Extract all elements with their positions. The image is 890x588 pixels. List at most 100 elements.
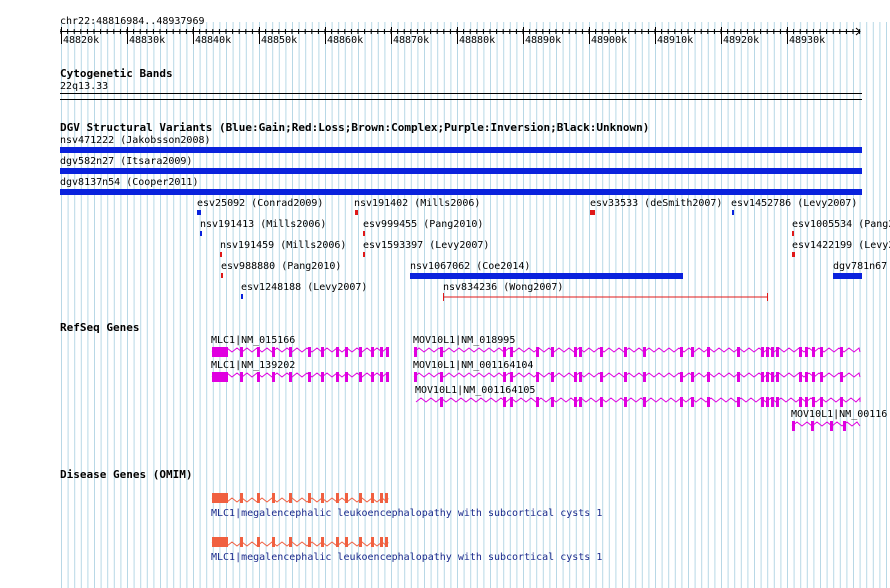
refseq-gene-exon [812, 347, 815, 357]
omim-gene-exon [371, 493, 374, 503]
ruler-tick-label: 48900k [591, 35, 628, 46]
variant-bar [221, 273, 223, 278]
omim-gene-exon [272, 537, 275, 547]
refseq-gene-exon [359, 372, 362, 382]
variant-label[interactable]: esv1005534 (Pang2 [792, 219, 890, 230]
refseq-gene-exon [600, 372, 603, 382]
refseq-gene-exon [574, 372, 577, 382]
refseq-gene-exon [579, 397, 582, 407]
refseq-gene-intron [791, 421, 861, 427]
refseq-gene-exon [811, 421, 814, 431]
omim-gene-exon [272, 493, 275, 503]
omim-gene-label[interactable]: MLC1|megalencephalic leukoencephalopathy… [211, 552, 602, 563]
refseq-gene-exon [380, 347, 383, 357]
omim-gene-exon [385, 493, 388, 503]
refseq-gene-exon [440, 397, 443, 407]
refseq-gene-exon [257, 372, 260, 382]
refseq-gene-exon [812, 397, 815, 407]
refseq-gene-exon [820, 347, 823, 357]
refseq-gene-exon [257, 347, 260, 357]
gene-label[interactable]: MLC1|NM_139202 [211, 360, 295, 371]
refseq-gene-exon [536, 372, 539, 382]
ruler-tick-label: 48840k [195, 35, 232, 46]
variant-label[interactable]: esv988880 (Pang2010) [221, 261, 341, 272]
omim-gene-exon [345, 493, 348, 503]
refseq-gene-exon [680, 347, 683, 357]
refseq-gene-exon [761, 397, 764, 407]
variant-label[interactable]: nsv191413 (Mills2006) [200, 219, 326, 230]
refseq-gene-exon [574, 397, 577, 407]
refseq-gene-exon [776, 372, 779, 382]
refseq-gene-exon [386, 372, 389, 382]
variant-bar [200, 231, 202, 236]
variant-label[interactable]: dgv781n67 [833, 261, 887, 272]
ruler-tick-label: 48870k [393, 35, 430, 46]
refseq-gene-exon [336, 347, 339, 357]
gene-label[interactable]: MOV10L1|NM_001164105 [415, 385, 535, 396]
gene-label[interactable]: MOV10L1|NM_018995 [413, 335, 515, 346]
refseq-gene-exon [680, 372, 683, 382]
refseq-gene-exon [707, 347, 710, 357]
refseq-gene-exon [761, 372, 764, 382]
refseq-gene-exon [691, 347, 694, 357]
variant-label[interactable]: dgv8137n54 (Cooper2011) [60, 177, 198, 188]
variant-bar [355, 210, 358, 215]
refseq-gene-exon [624, 347, 627, 357]
ruler-tick-label: 48890k [525, 35, 562, 46]
omim-gene-exon [212, 537, 228, 547]
refseq-gene-exon [761, 347, 764, 357]
refseq-gene-exon [440, 372, 443, 382]
variant-label[interactable]: esv1452786 (Levy2007) [731, 198, 857, 209]
cytoband-label[interactable]: 22q13.33 [60, 81, 108, 92]
ruler-tick-label: 48830k [129, 35, 166, 46]
refseq-gene-exon [680, 397, 683, 407]
variant-label[interactable]: esv33533 (deSmith2007) [590, 198, 722, 209]
refseq-gene-exon [503, 397, 506, 407]
variant-label[interactable]: nsv191459 (Mills2006) [220, 240, 346, 251]
omim-gene-exon [321, 537, 324, 547]
refseq-gene-exon [386, 347, 389, 357]
refseq-gene-exon [579, 372, 582, 382]
refseq-gene-exon [536, 347, 539, 357]
variant-label[interactable]: esv999455 (Pang2010) [363, 219, 483, 230]
gene-label[interactable]: MOV10L1|NM_00116 [791, 409, 887, 420]
refseq-gene-exon [840, 397, 843, 407]
refseq-gene-exon [212, 372, 228, 382]
refseq-gene-exon [289, 372, 292, 382]
omim-gene-exon [371, 537, 374, 547]
genome-browser-view: chr22:48816984..48937969 48820k 48830k 4… [0, 0, 890, 588]
variant-bar [732, 210, 734, 215]
omim-gene-exon [385, 537, 388, 547]
refseq-gene-exon [771, 372, 774, 382]
ruler-tick-label: 48930k [789, 35, 826, 46]
gene-label[interactable]: MOV10L1|NM_001164104 [413, 360, 533, 371]
variant-bar [220, 252, 222, 257]
refseq-gene-exon [579, 347, 582, 357]
omim-gene-label[interactable]: MLC1|megalencephalic leukoencephalopathy… [211, 508, 602, 519]
refseq-gene-exon [799, 347, 802, 357]
omim-gene-exon [240, 493, 243, 503]
variant-label[interactable]: esv1593397 (Levy2007) [363, 240, 489, 251]
refseq-gene-exon [272, 347, 275, 357]
refseq-gene-exon [574, 347, 577, 357]
variant-label[interactable]: nsv191402 (Mills2006) [354, 198, 480, 209]
variant-label[interactable]: nsv471222 (Jakobsson2008) [60, 135, 211, 146]
refseq-gene-exon [359, 347, 362, 357]
variant-label[interactable]: dgv582n27 (Itsara2009) [60, 156, 192, 167]
refseq-gene-intron [413, 372, 861, 378]
refseq-gene-exon [536, 397, 539, 407]
variant-bar [197, 210, 201, 215]
refseq-gene-exon [820, 397, 823, 407]
refseq-gene-exon [503, 347, 506, 357]
variant-label[interactable]: nsv834236 (Wong2007) [443, 282, 563, 293]
variant-label[interactable]: esv1422199 (Levy2 [792, 240, 890, 251]
refseq-gene-exon [414, 372, 417, 382]
variant-label[interactable]: nsv1067062 (Coe2014) [410, 261, 530, 272]
refseq-gene-exon [371, 347, 374, 357]
variant-label[interactable]: esv1248188 (Levy2007) [241, 282, 367, 293]
omim-gene-exon [359, 493, 362, 503]
variant-label[interactable]: esv25092 (Conrad2009) [197, 198, 323, 209]
gene-label[interactable]: MLC1|NM_015166 [211, 335, 295, 346]
omim-gene-exon [212, 493, 228, 503]
omim-gene-exon [257, 493, 260, 503]
